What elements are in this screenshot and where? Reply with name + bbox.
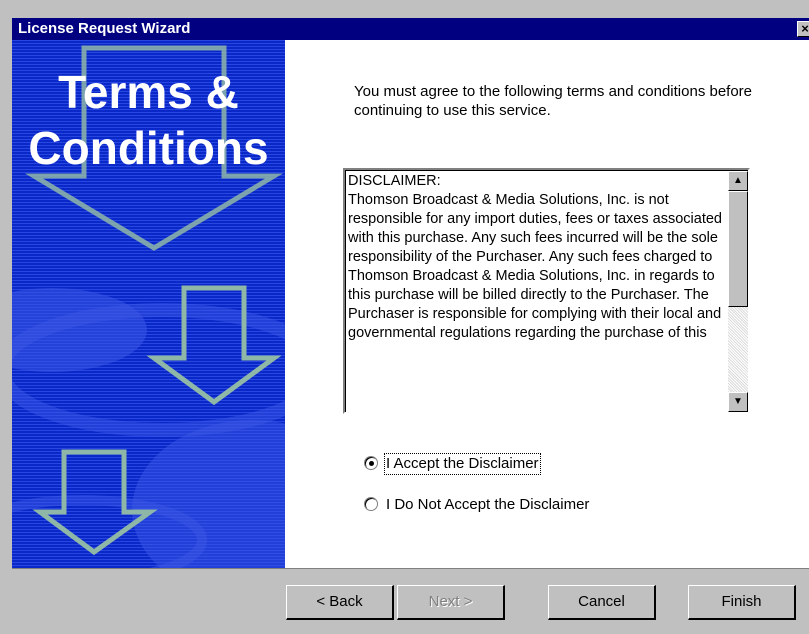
wizard-content: Terms & Conditions You must agree to the… — [12, 40, 809, 568]
close-icon: × — [801, 21, 809, 36]
banner-title-line1: Terms & — [58, 66, 239, 118]
arrow-up-icon: ▲ — [733, 175, 743, 186]
cancel-button[interactable]: Cancel — [548, 585, 656, 620]
finish-button[interactable]: Finish — [688, 585, 796, 620]
scroll-down-button[interactable]: ▼ — [728, 392, 748, 412]
close-button[interactable]: × — [797, 21, 809, 37]
disclaimer-text: DISCLAIMER: Thomson Broadcast & Media So… — [348, 173, 722, 341]
intro-text: You must agree to the following terms an… — [354, 83, 753, 119]
disclaimer-scrollbar[interactable]: ▲ ▼ — [728, 171, 748, 412]
window-title: License Request Wizard — [18, 20, 191, 37]
decline-radio[interactable] — [364, 497, 378, 511]
disclaimer-textbox[interactable]: DISCLAIMER: Thomson Broadcast & Media So… — [343, 168, 750, 414]
wizard-window: License Request Wizard × Terms & Conditi… — [0, 0, 809, 634]
back-button[interactable]: < Back — [286, 585, 394, 620]
button-bar: < Back Next > Cancel Finish — [12, 568, 809, 634]
accept-radio[interactable] — [364, 456, 378, 470]
arrow-down-icon: ▼ — [733, 396, 743, 407]
decline-label[interactable]: I Do Not Accept the Disclaimer — [386, 496, 589, 514]
banner-title: Terms & Conditions — [12, 64, 285, 176]
scroll-up-button[interactable]: ▲ — [728, 171, 748, 191]
banner-title-line2: Conditions — [28, 122, 269, 174]
title-bar[interactable]: License Request Wizard × — [12, 18, 809, 40]
next-button[interactable]: Next > — [397, 585, 505, 620]
accept-label[interactable]: I Accept the Disclaimer — [384, 453, 541, 475]
scroll-thumb[interactable] — [728, 191, 748, 307]
wizard-banner-image: Terms & Conditions — [12, 40, 285, 568]
